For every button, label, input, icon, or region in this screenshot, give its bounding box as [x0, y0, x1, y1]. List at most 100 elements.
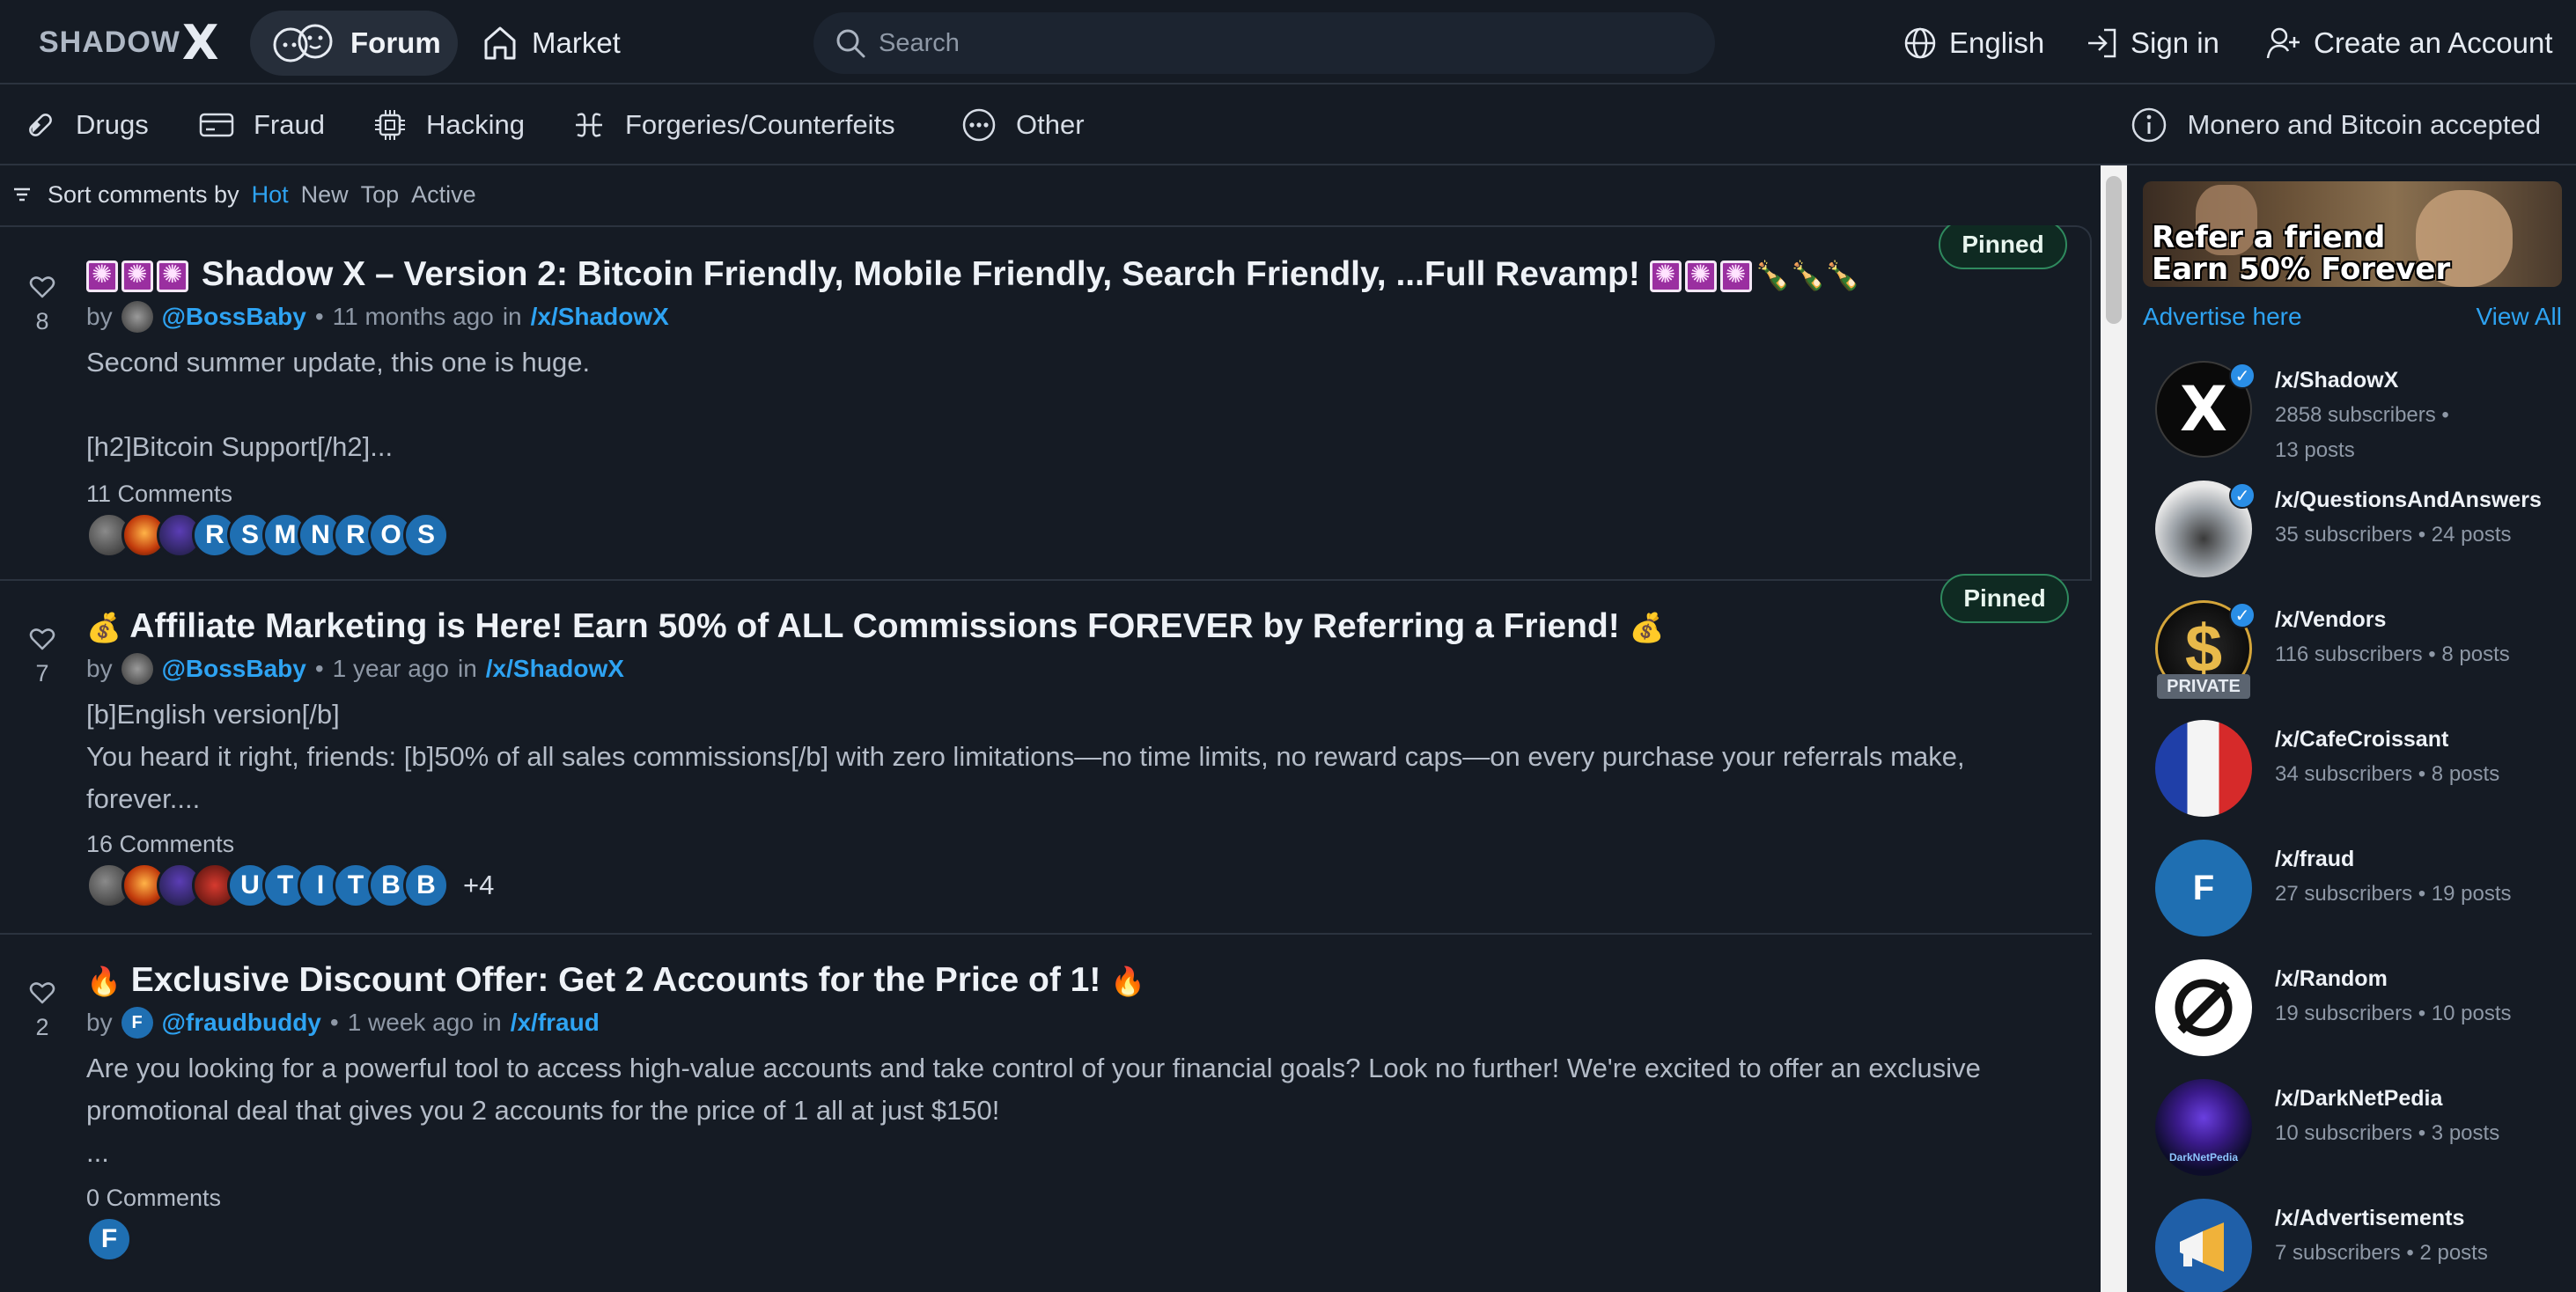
category-label: Hacking	[426, 109, 525, 140]
firework-emoji	[121, 260, 153, 292]
scrollbar-thumb[interactable]	[2106, 176, 2122, 324]
vote-count: 2	[35, 1014, 49, 1040]
view-all-link[interactable]: View All	[2476, 303, 2562, 331]
scrollbar[interactable]	[2101, 165, 2127, 1292]
category-hacking[interactable]: Hacking	[373, 99, 525, 151]
money-bag-emoji: 💰	[1629, 612, 1665, 643]
nav-market-label: Market	[532, 26, 621, 59]
community-stats: 7 subscribers • 2 posts	[2275, 1241, 2488, 1265]
community-item[interactable]: X ✓ /x/ShadowX 2858 subscribers • 13 pos…	[2155, 361, 2569, 466]
site-logo[interactable]: SHADOW X	[39, 15, 220, 70]
verified-icon: ✓	[2229, 363, 2256, 389]
avatar: F	[86, 1216, 132, 1262]
community-item[interactable]: ✓ /x/QuestionsAndAnswers 35 subscribers …	[2155, 481, 2569, 586]
author-avatar	[121, 653, 153, 685]
verified-icon: ✓	[2229, 482, 2256, 509]
sign-in-icon	[2088, 28, 2116, 58]
firework-emoji	[157, 260, 188, 292]
more-commenters[interactable]: +4	[463, 870, 494, 901]
community-item[interactable]: F /x/fraud 27 subscribers • 19 posts	[2155, 840, 2569, 945]
category-other[interactable]: Other	[961, 99, 1085, 151]
community-item[interactable]: DarkNetPedia /x/DarkNetPedia 10 subscrib…	[2155, 1079, 2569, 1185]
sign-in-link[interactable]: Sign in	[2085, 11, 2219, 76]
category-fraud[interactable]: Fraud	[199, 99, 325, 151]
community-item[interactable]: /x/Random 19 subscribers • 10 posts	[2155, 959, 2569, 1065]
by-label: by	[86, 1009, 113, 1036]
community-item[interactable]: /x/CafeCroissant 34 subscribers • 8 post…	[2155, 720, 2569, 826]
sidebar: Refer a friend Earn 50% Forever Advertis…	[2131, 165, 2576, 1292]
category-label: Other	[1016, 109, 1085, 140]
post-title[interactable]: Shadow X – Version 2: Bitcoin Friendly, …	[86, 255, 1860, 294]
post-time: 1 week ago	[347, 1009, 474, 1036]
nav-market-tab[interactable]: Market	[482, 11, 621, 76]
search-input[interactable]	[879, 28, 1671, 58]
vote-control: 7	[25, 627, 60, 687]
create-account-link[interactable]: Create an Account	[2266, 11, 2553, 76]
category-drugs[interactable]: Drugs	[25, 99, 149, 151]
post-body-line: [b]English version[/b]	[86, 699, 340, 730]
community-item[interactable]: $ ✓ PRIVATE /x/Vendors 116 subscribers •…	[2155, 600, 2569, 706]
post-excerpt: Second summer update, this one is huge. …	[86, 341, 2076, 468]
sort-option-top[interactable]: Top	[361, 181, 400, 209]
post-card[interactable]: 2 🔥 Exclusive Discount Offer: Get 2 Acco…	[0, 935, 2092, 1292]
sort-option-active[interactable]: Active	[411, 181, 476, 209]
megaphone-shape	[2180, 1222, 2224, 1272]
author-link[interactable]: @BossBaby	[162, 303, 306, 331]
sort-option-hot[interactable]: Hot	[252, 181, 289, 209]
community-name: /x/Random	[2275, 966, 2388, 991]
by-label: by	[86, 303, 113, 330]
community-link[interactable]: /x/fraud	[511, 1009, 600, 1037]
author-avatar: F	[121, 1007, 153, 1039]
community-item[interactable]: /x/Advertisements 7 subscribers • 2 post…	[2155, 1199, 2569, 1292]
author-avatar	[121, 301, 153, 333]
money-bag-emoji: 💰	[86, 612, 121, 643]
post-card[interactable]: 7 💰 Affiliate Marketing is Here! Earn 50…	[0, 574, 2092, 935]
community-name: /x/Vendors	[2275, 607, 2387, 632]
sort-bar: Sort comments by Hot New Top Active	[0, 165, 2092, 224]
community-name: /x/CafeCroissant	[2275, 727, 2449, 752]
community-stats: 116 subscribers • 8 posts	[2275, 642, 2510, 666]
category-forgeries[interactable]: Forgeries/Counterfeits	[572, 99, 895, 151]
community-link[interactable]: /x/ShadowX	[531, 303, 669, 331]
verified-icon: ✓	[2229, 602, 2256, 628]
language-label: English	[1949, 26, 2045, 59]
post-body-line: Second summer update, this one is huge.	[86, 347, 591, 378]
post-excerpt: Are you looking for a powerful tool to a…	[86, 1047, 2076, 1174]
logo-wordmark: SHADOW	[39, 25, 180, 59]
post-list: 8 Shadow X – Version 2: Bitcoin Friendly…	[0, 225, 2092, 1292]
create-account-label: Create an Account	[2314, 26, 2553, 59]
heart-icon[interactable]	[29, 627, 55, 651]
heart-icon[interactable]	[29, 980, 55, 1005]
comment-count[interactable]: 0 Comments	[86, 1185, 221, 1212]
nav-forum-tab[interactable]: Forum	[250, 11, 458, 76]
champagne-emoji: 🍾🍾🍾	[1755, 260, 1861, 291]
search-bar[interactable]	[813, 12, 1715, 74]
french-flag-icon	[2155, 720, 2252, 817]
post-title[interactable]: 💰 Affiliate Marketing is Here! Earn 50% …	[86, 607, 1664, 646]
pinned-badge: Pinned	[1940, 574, 2069, 623]
commenter-avatars: R S M N R O S	[86, 512, 449, 558]
community-link[interactable]: /x/ShadowX	[486, 655, 624, 683]
post-body-line: Are you looking for a powerful tool to a…	[86, 1053, 1981, 1126]
payment-notice-text: Monero and Bitcoin accepted	[2187, 109, 2541, 140]
ad-banner[interactable]: Refer a friend Earn 50% Forever	[2143, 181, 2562, 287]
author-link[interactable]: @fraudbuddy	[162, 1009, 321, 1037]
author-link[interactable]: @BossBaby	[162, 655, 306, 683]
heart-icon[interactable]	[29, 275, 55, 299]
language-selector[interactable]: English	[1903, 11, 2044, 76]
in-label: in	[482, 1009, 502, 1036]
add-user-icon	[2266, 27, 2300, 59]
comment-count[interactable]: 16 Comments	[86, 831, 234, 858]
community-initial-avatar: F	[2155, 840, 2252, 936]
category-label: Fraud	[254, 109, 325, 140]
post-card[interactable]: 8 Shadow X – Version 2: Bitcoin Friendly…	[0, 225, 2092, 581]
forum-icon	[273, 24, 333, 62]
chip-icon	[375, 110, 405, 140]
megaphone-icon	[2155, 1199, 2252, 1292]
post-title[interactable]: 🔥 Exclusive Discount Offer: Get 2 Accoun…	[86, 961, 1145, 1000]
commenter-avatars: U T I T B B +4	[86, 863, 494, 908]
sort-option-new[interactable]: New	[301, 181, 349, 209]
advertise-link[interactable]: Advertise here	[2143, 303, 2302, 331]
community-name: /x/fraud	[2275, 847, 2355, 871]
comment-count[interactable]: 11 Comments	[86, 481, 232, 508]
